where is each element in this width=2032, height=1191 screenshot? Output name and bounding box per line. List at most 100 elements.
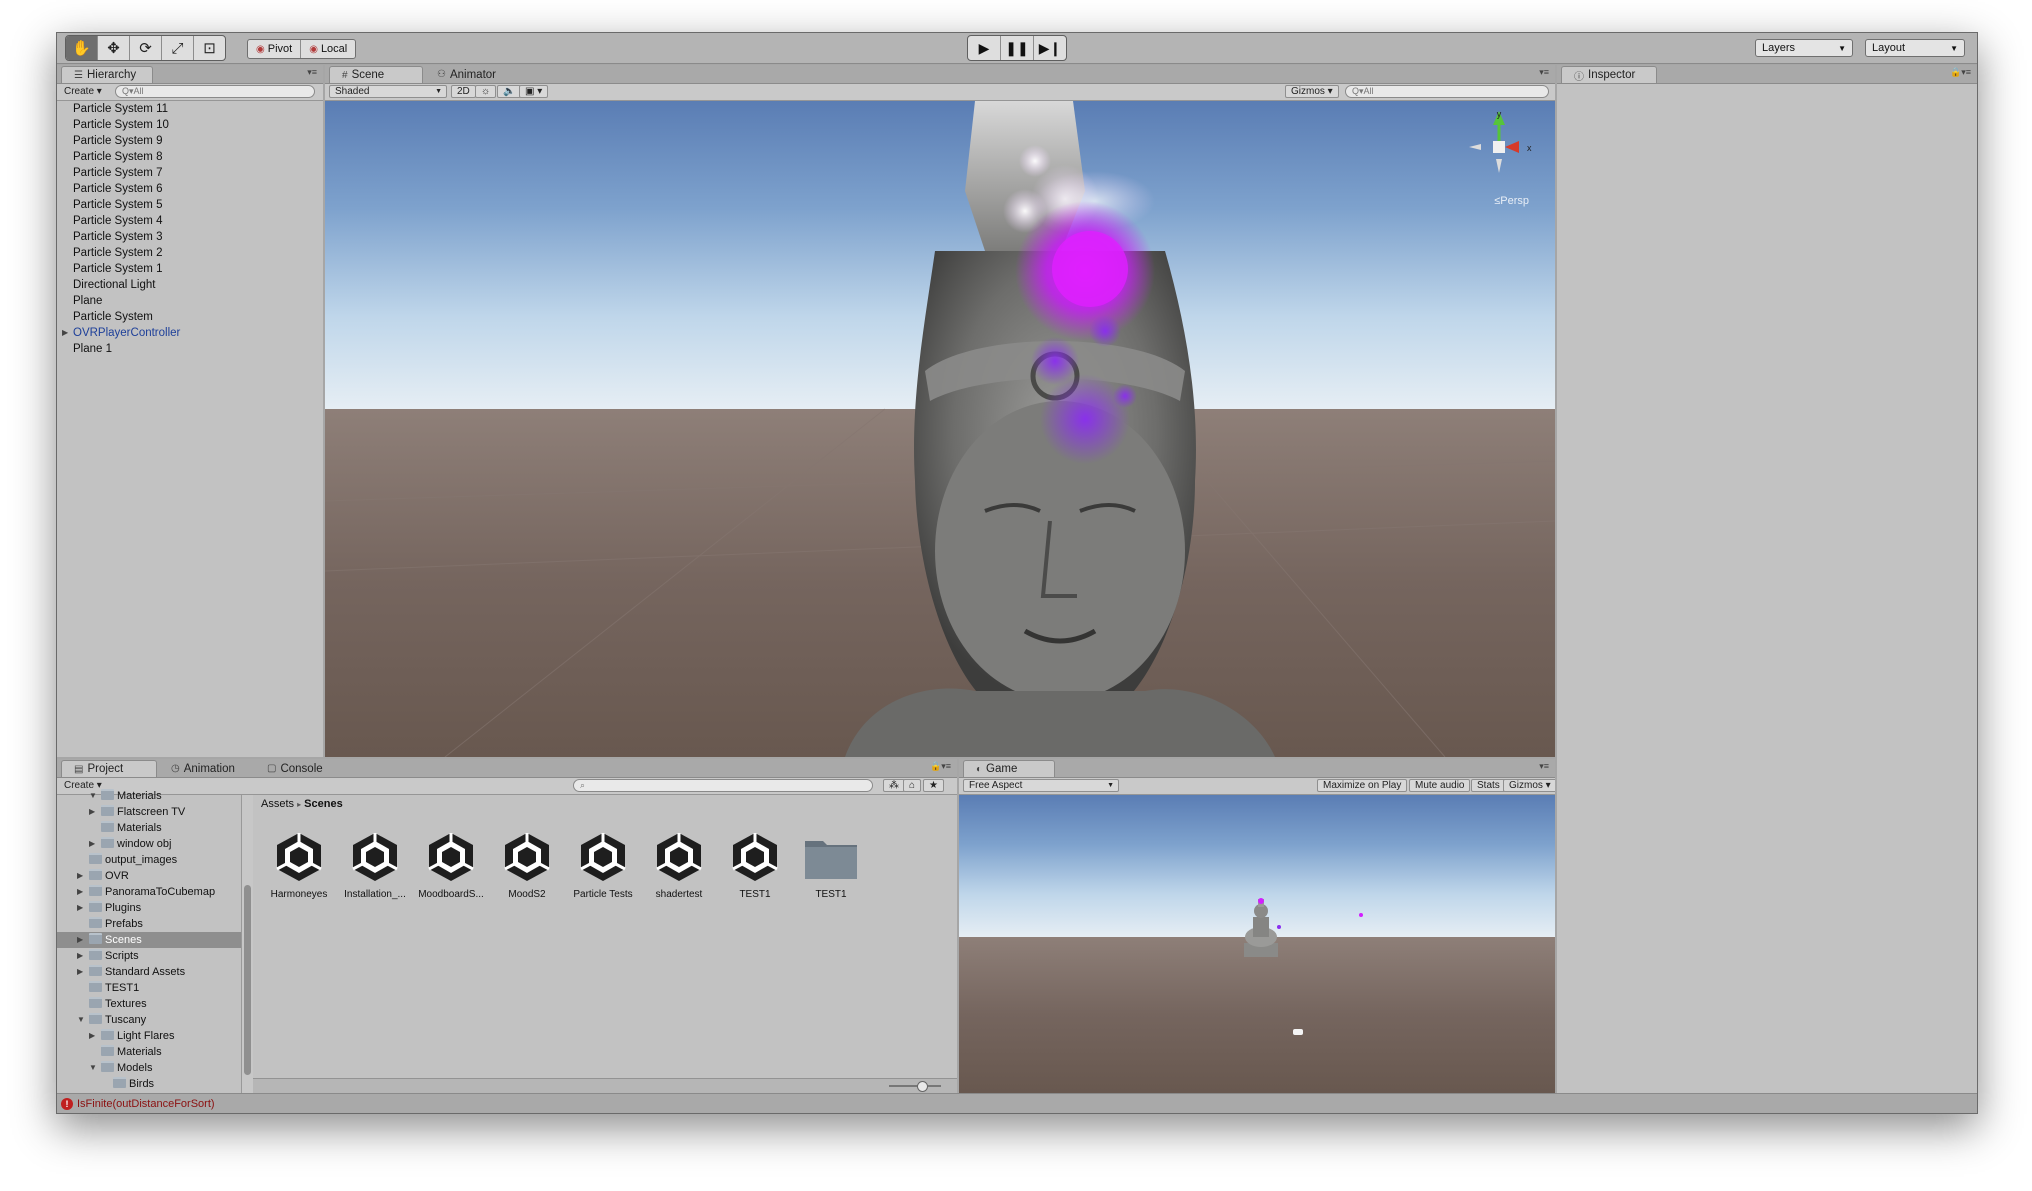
effects-toggle-button[interactable]: ▣ ▾ xyxy=(519,85,549,98)
hierarchy-item[interactable]: Directional Light xyxy=(57,277,323,293)
step-button[interactable]: ▶❙ xyxy=(1034,36,1066,60)
expand-arrow-icon[interactable]: ▶ xyxy=(77,964,83,980)
panel-menu-icon[interactable]: ▾≡ xyxy=(1539,67,1549,78)
filter-by-type-button[interactable]: ⁂ xyxy=(883,779,905,792)
hierarchy-search-input[interactable]: Q▾All xyxy=(115,85,315,98)
rotate-tool-button[interactable]: ⟳ xyxy=(130,36,162,60)
mute-audio-toggle[interactable]: Mute audio xyxy=(1409,779,1471,792)
tab-game[interactable]: ◐ Game xyxy=(963,760,1055,777)
tab-inspector[interactable]: ⓘ Inspector xyxy=(1561,66,1657,83)
project-tree-item[interactable]: ▶ window obj xyxy=(57,836,241,852)
hand-tool-button[interactable]: ✋ xyxy=(66,36,98,60)
project-tree-item[interactable]: Materials xyxy=(57,1044,241,1060)
hierarchy-item[interactable]: Particle System 11 xyxy=(57,101,323,117)
panel-menu-icon[interactable]: ▾≡ xyxy=(1539,761,1549,772)
tab-animator[interactable]: ⚇ Animator xyxy=(425,66,508,83)
project-tree-item[interactable]: TEST1 xyxy=(57,980,241,996)
asset-scene[interactable]: Installation_... xyxy=(339,829,411,900)
asset-scene[interactable]: shadertest xyxy=(643,829,715,900)
tab-project[interactable]: ▤ Project xyxy=(61,760,157,777)
game-viewport[interactable] xyxy=(959,795,1555,1093)
scene-orientation-gizmo[interactable]: y x xyxy=(1459,107,1539,187)
aspect-dropdown[interactable]: Free Aspect ▼ xyxy=(963,779,1119,792)
hierarchy-item[interactable]: ▶ OVRPlayerController xyxy=(57,325,323,341)
tab-animation[interactable]: ◷ Animation xyxy=(159,760,247,777)
shading-mode-dropdown[interactable]: Shaded ▼ xyxy=(329,85,447,98)
2d-toggle-button[interactable]: 2D xyxy=(451,85,476,98)
hierarchy-create-button[interactable]: Create ▾ xyxy=(59,85,107,98)
rect-tool-button[interactable]: ⊡ xyxy=(194,36,225,60)
tab-hierarchy[interactable]: ☰ Hierarchy xyxy=(61,66,153,83)
hierarchy-item[interactable]: Particle System 1 xyxy=(57,261,323,277)
hierarchy-item[interactable]: Particle System 7 xyxy=(57,165,323,181)
scrollbar-thumb[interactable] xyxy=(244,885,251,1075)
asset-scene[interactable]: Harmoneyes xyxy=(263,829,335,900)
expand-arrow-icon[interactable]: ▶ xyxy=(77,884,83,900)
hierarchy-item[interactable]: Particle System 2 xyxy=(57,245,323,261)
audio-toggle-button[interactable]: 🔈 xyxy=(497,85,522,98)
project-tree-item[interactable]: output_images xyxy=(57,852,241,868)
asset-scene[interactable]: Particle Tests xyxy=(567,829,639,900)
filter-by-label-button[interactable]: ⌂ xyxy=(903,779,922,792)
project-tree-item[interactable]: Prefabs xyxy=(57,916,241,932)
hierarchy-item[interactable]: Plane xyxy=(57,293,323,309)
hierarchy-item[interactable]: Particle System xyxy=(57,309,323,325)
scene-gizmos-dropdown[interactable]: Gizmos ▾ xyxy=(1285,85,1339,98)
project-tree-item[interactable]: Materials xyxy=(57,820,241,836)
expand-arrow-icon[interactable]: ▼ xyxy=(89,788,97,804)
tab-scene[interactable]: # Scene xyxy=(329,66,423,83)
panel-menu-icon[interactable]: 🔒▾≡ xyxy=(1950,67,1971,78)
project-tree-item[interactable]: ▶ Scripts xyxy=(57,948,241,964)
stats-toggle[interactable]: Stats xyxy=(1471,779,1506,792)
favorites-button[interactable]: ★ xyxy=(923,779,944,792)
panel-menu-icon[interactable]: 🔒▾≡ xyxy=(930,761,951,772)
project-tree-item[interactable]: Birds xyxy=(57,1076,241,1092)
project-tree-item[interactable]: ▶ Scenes xyxy=(57,932,241,948)
play-button[interactable]: ▶ xyxy=(968,36,1001,60)
layout-dropdown[interactable]: Layout ▼ xyxy=(1865,39,1965,57)
maximize-on-play-toggle[interactable]: Maximize on Play xyxy=(1317,779,1408,792)
hierarchy-item[interactable]: Particle System 9 xyxy=(57,133,323,149)
project-tree-item[interactable]: ▶ Light Flares xyxy=(57,1028,241,1044)
project-tree-item[interactable]: ▶ Standard Assets xyxy=(57,964,241,980)
hierarchy-item[interactable]: Particle System 10 xyxy=(57,117,323,133)
project-tree-item[interactable]: Textures xyxy=(57,996,241,1012)
expand-arrow-icon[interactable]: ▶ xyxy=(77,868,83,884)
scale-tool-button[interactable]: ⤢ xyxy=(162,36,194,60)
breadcrumb-assets[interactable]: Assets xyxy=(261,798,294,810)
hierarchy-item[interactable]: Particle System 6 xyxy=(57,181,323,197)
persp-label[interactable]: ≤Persp xyxy=(1494,195,1529,207)
project-tree-item[interactable]: ▶ PanoramaToCubemap xyxy=(57,884,241,900)
expand-arrow-icon[interactable]: ▶ xyxy=(77,900,83,916)
expand-arrow-icon[interactable]: ▼ xyxy=(89,1060,97,1076)
local-button[interactable]: ◉ Local xyxy=(301,40,355,58)
panel-menu-icon[interactable]: ▾≡ xyxy=(307,67,317,78)
scene-search-input[interactable]: Q▾All xyxy=(1345,85,1549,98)
project-tree-item[interactable]: ▶ Plugins xyxy=(57,900,241,916)
status-error-message[interactable]: IsFinite(outDistanceForSort) xyxy=(77,1098,215,1110)
asset-scene[interactable]: MoodS2 xyxy=(491,829,563,900)
expand-arrow-icon[interactable]: ▶ xyxy=(89,1028,95,1044)
hierarchy-item[interactable]: Particle System 8 xyxy=(57,149,323,165)
project-tree-item[interactable]: ▶ OVR xyxy=(57,868,241,884)
expand-arrow-icon[interactable]: ▼ xyxy=(77,1012,85,1028)
project-tree-item[interactable]: ▶ Flatscreen TV xyxy=(57,804,241,820)
expand-arrow-icon[interactable]: ▶ xyxy=(89,804,95,820)
game-gizmos-dropdown[interactable]: Gizmos ▾ xyxy=(1503,779,1555,792)
project-tree-item[interactable]: ▼ Materials xyxy=(57,788,241,804)
icon-size-slider[interactable] xyxy=(889,1081,941,1092)
project-search-input[interactable]: ⌕ xyxy=(573,779,873,792)
lighting-toggle-button[interactable]: ☼ xyxy=(475,85,497,98)
project-tree-item[interactable]: ▼ Models xyxy=(57,1060,241,1076)
expand-arrow-icon[interactable]: ▶ xyxy=(62,325,68,341)
scene-viewport[interactable]: y x ≤Persp xyxy=(325,101,1555,757)
hierarchy-item[interactable]: Plane 1 xyxy=(57,341,323,357)
expand-arrow-icon[interactable]: ▶ xyxy=(77,948,83,964)
hierarchy-item[interactable]: Particle System 5 xyxy=(57,197,323,213)
expand-arrow-icon[interactable]: ▶ xyxy=(77,932,83,948)
hierarchy-item[interactable]: Particle System 4 xyxy=(57,213,323,229)
expand-arrow-icon[interactable]: ▶ xyxy=(89,836,95,852)
project-tree-item[interactable]: ▼ Tuscany xyxy=(57,1012,241,1028)
asset-folder[interactable]: TEST1 xyxy=(795,829,867,900)
asset-scene[interactable]: TEST1 xyxy=(719,829,791,900)
